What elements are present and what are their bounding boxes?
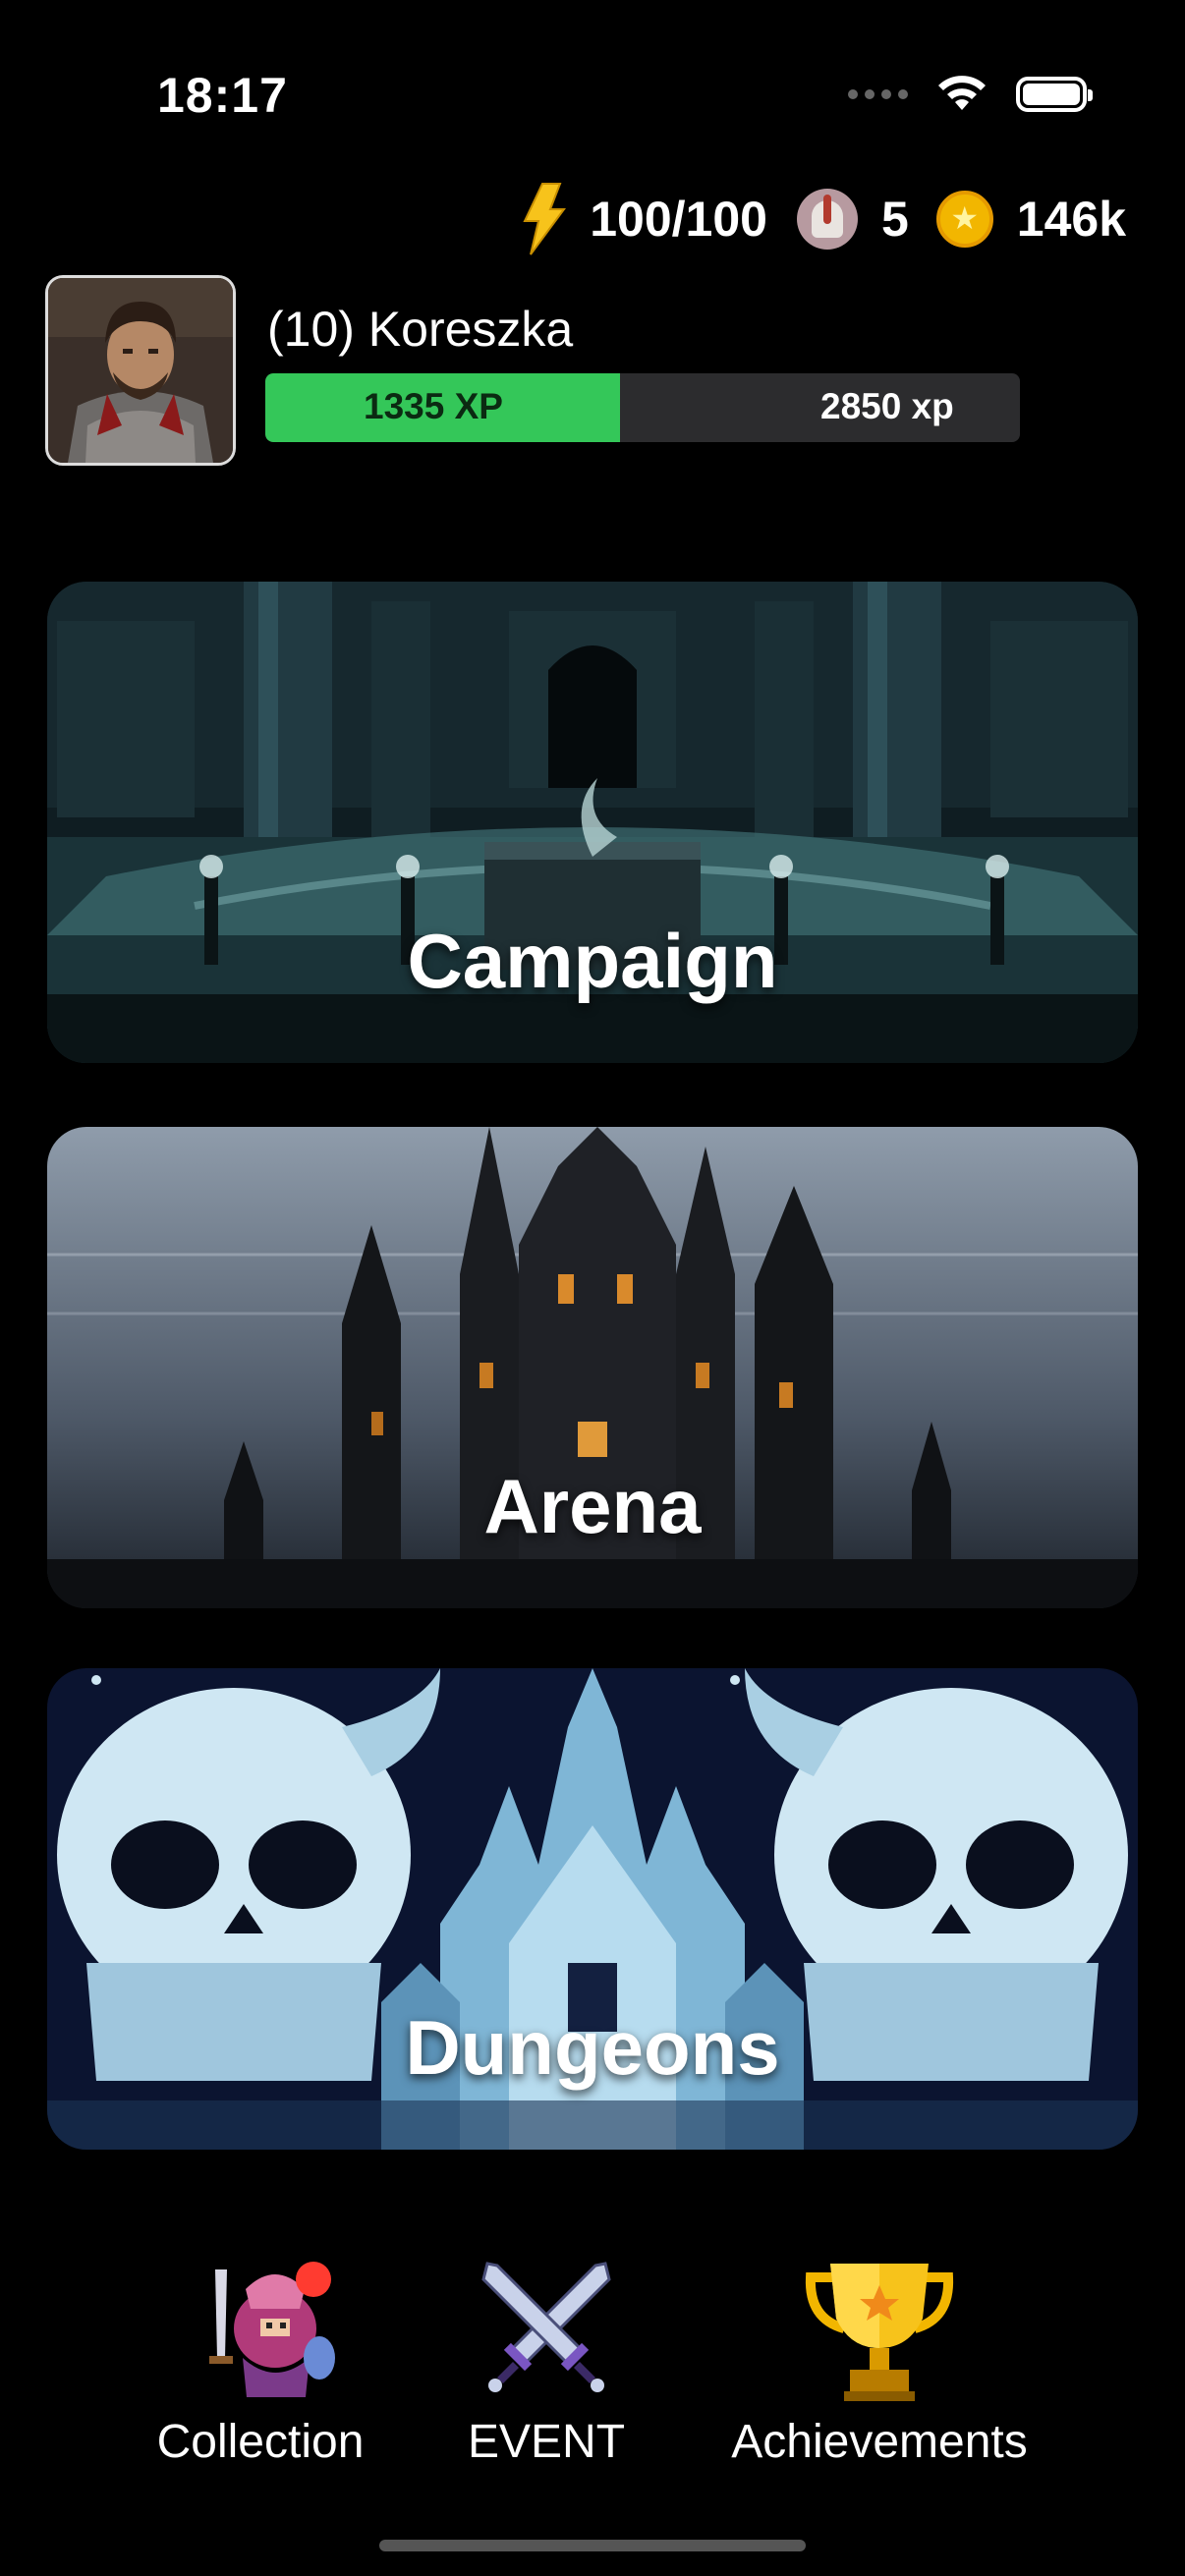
campaign-card[interactable]: Campaign	[47, 582, 1138, 1063]
campaign-label: Campaign	[407, 918, 778, 1004]
arena-label: Arena	[483, 1463, 702, 1549]
nav-achievements[interactable]: Achievements	[712, 2250, 1046, 2469]
trophy-icon	[801, 2250, 958, 2407]
player-name: (10) Koreszka	[267, 302, 574, 357]
energy-value: 100/100	[590, 192, 767, 247]
arena-card[interactable]: Arena	[47, 1127, 1138, 1608]
dungeons-label: Dungeons	[405, 2004, 780, 2091]
lightning-icon	[523, 183, 567, 255]
crossed-swords-icon	[468, 2250, 625, 2407]
nav-collection[interactable]: Collection	[133, 2250, 388, 2469]
player-avatar[interactable]	[45, 275, 236, 466]
notification-badge	[296, 2262, 331, 2297]
token-value: 5	[880, 192, 909, 247]
warrior-collection-icon	[182, 2250, 339, 2407]
status-icons	[848, 75, 1093, 114]
xp-total-label: 2850 xp	[820, 386, 954, 426]
cellular-signal-icon	[848, 89, 908, 99]
home-indicator[interactable]	[379, 2540, 806, 2551]
battery-icon	[1016, 77, 1093, 112]
nav-event[interactable]: EVENT	[448, 2250, 645, 2469]
nav-collection-label: Collection	[156, 2416, 365, 2468]
nav-event-label: EVENT	[467, 2416, 626, 2468]
coin-value: 146k	[1016, 192, 1126, 247]
helmet-token-icon	[796, 189, 858, 250]
coin-icon: ★	[935, 191, 993, 248]
knight-portrait-icon	[48, 278, 233, 463]
dungeons-card[interactable]: Dungeons	[47, 1668, 1138, 2150]
status-time: 18:17	[157, 68, 288, 123]
xp-current-label: 1335 XP	[364, 386, 503, 426]
resource-bar: 100/100 5 ★ 146k	[521, 177, 1136, 261]
wifi-icon	[938, 76, 986, 110]
nav-achievements-label: Achievements	[731, 2416, 1028, 2468]
